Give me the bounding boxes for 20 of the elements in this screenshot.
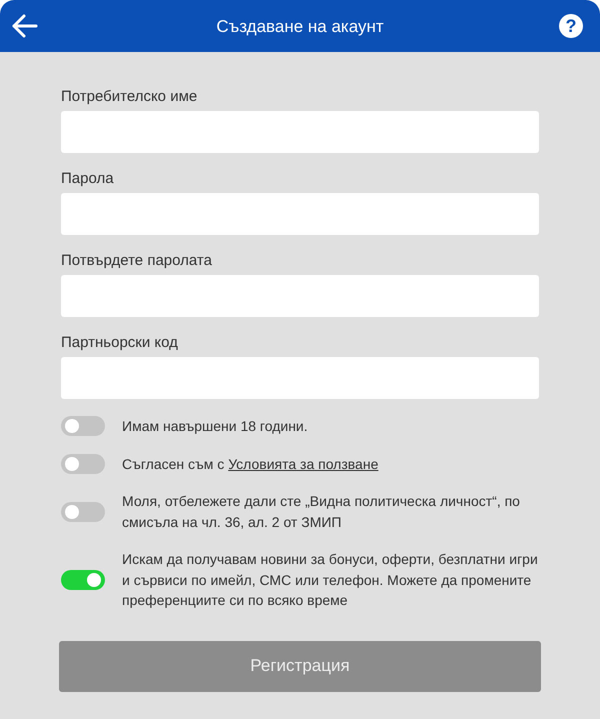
terms-link[interactable]: Условията за ползване [228, 456, 378, 472]
arrow-left-icon[interactable] [12, 14, 38, 38]
toggle-label: Моля, отбележете дали сте „Видна политическа личност“, по смисъла на чл. 36, ал. 2 от ЗМИП [122, 492, 521, 532]
screen-title: Създаване на акаунт [216, 16, 384, 37]
toggle-label: Имам навършени 18 години. [122, 417, 309, 436]
input-field[interactable] [61, 275, 539, 317]
toggle-switch[interactable] [61, 570, 105, 590]
field-label: Потвърдете паролата [61, 252, 213, 270]
toggle-switch[interactable] [61, 454, 105, 474]
toggle-switch[interactable] [61, 416, 105, 436]
field-label: Партньорски код [61, 334, 179, 352]
help-button[interactable]: ? [559, 14, 583, 38]
toggle-label: Искам да получавам новини за бонуси, оферти, безплатни игри и сървиси по имейл, СМС или телефон. Можете да промените преференциите си по всяко време [122, 550, 539, 610]
toggle-switch[interactable] [61, 502, 105, 522]
field-label: Парола [61, 170, 115, 188]
consent-text: Съгласен съм с Условията за ползване [122, 454, 380, 474]
field-label: Потребителско име [61, 88, 198, 106]
input-field[interactable] [61, 193, 539, 235]
input-field[interactable] [61, 357, 539, 399]
input-field[interactable] [61, 111, 539, 153]
